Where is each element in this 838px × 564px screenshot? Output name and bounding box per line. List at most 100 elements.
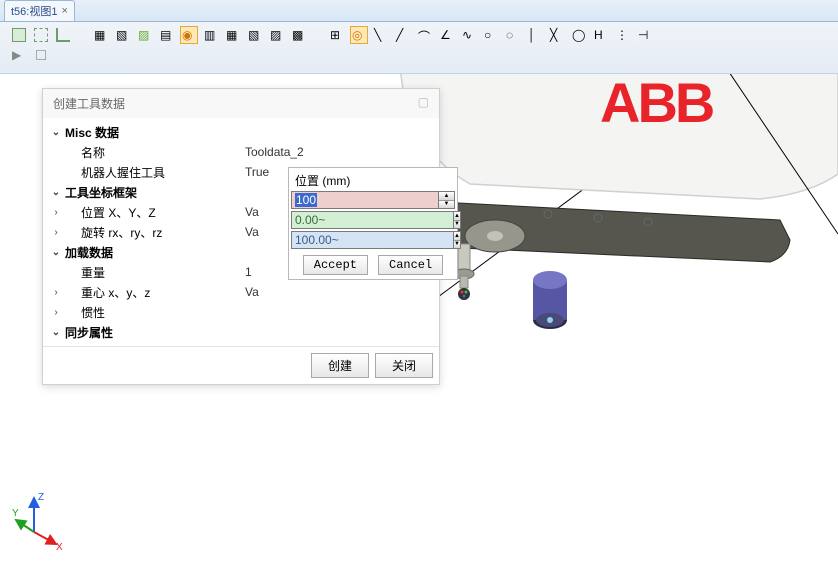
line-tool-2[interactable]: ╱ <box>394 26 412 44</box>
corner-icon <box>56 28 70 42</box>
play-icon: ▶ <box>12 48 26 62</box>
y-up-icon[interactable]: ▲ <box>454 212 460 221</box>
circle-tool[interactable]: ○ <box>482 26 500 44</box>
snap-5-active[interactable]: ◉ <box>180 26 198 44</box>
x-down-icon[interactable]: ▼ <box>439 201 454 209</box>
document-tab[interactable]: t56:视图1 × <box>4 0 75 21</box>
snap-10[interactable]: ▩ <box>290 26 308 44</box>
create-button[interactable]: 创建 <box>311 353 369 378</box>
grid-1[interactable]: ⊞ <box>328 26 346 44</box>
circle-tool-3[interactable]: ◯ <box>570 26 588 44</box>
line-tool-1[interactable]: ╲ <box>372 26 390 44</box>
circle-tool-2[interactable]: ◌ <box>504 26 522 44</box>
cube8-icon: ▧ <box>248 28 262 42</box>
brand-logo: ABB <box>600 74 713 134</box>
expand-misc[interactable]: ⌄ <box>49 127 63 138</box>
cog-label: 重心 x、y、z <box>63 284 245 301</box>
z-input[interactable] <box>291 231 454 249</box>
z-spinner[interactable]: ▲▼ <box>454 231 461 249</box>
popup-title: 位置 (mm) <box>291 170 455 191</box>
cancel-button[interactable]: Cancel <box>378 255 443 275</box>
cube10-icon: ▩ <box>292 28 306 42</box>
dot-icon: ⋮ <box>616 28 630 42</box>
cube-icon: ▦ <box>94 28 108 42</box>
name-label: 名称 <box>63 144 245 161</box>
line3-icon: ⌒ <box>418 28 432 42</box>
box-icon <box>12 28 26 42</box>
misc-tool-3[interactable]: ⊣ <box>636 26 654 44</box>
snap-3[interactable]: ▨ <box>136 26 154 44</box>
position-popup: 位置 (mm) 100 ▲▼ ▲▼ ▲▼ Accept Cancel <box>288 167 458 280</box>
x-axis-label: X <box>56 542 63 550</box>
snap-8[interactable]: ▧ <box>246 26 264 44</box>
expand-frame[interactable]: ⌄ <box>49 187 63 198</box>
close-button[interactable]: 关闭 <box>375 353 433 378</box>
expand-inertia[interactable]: › <box>49 307 63 318</box>
expand-pos[interactable]: › <box>49 207 63 218</box>
dialog-titlebar[interactable]: 创建工具数据 ▢ <box>43 89 439 118</box>
cog-value[interactable]: Va <box>245 285 433 299</box>
line-tool-6[interactable]: │ <box>526 26 544 44</box>
accept-button[interactable]: Accept <box>303 255 368 275</box>
line-tool-7[interactable]: ╳ <box>548 26 566 44</box>
snap-2[interactable]: ▧ <box>114 26 132 44</box>
cube4-icon: ▤ <box>160 28 174 42</box>
dialog-title-text: 创建工具数据 <box>53 95 125 112</box>
misc-tool-2[interactable]: ⋮ <box>614 26 632 44</box>
rot-label: 旋转 rx、ry、rz <box>63 224 245 241</box>
x-up-icon[interactable]: ▲ <box>439 192 454 201</box>
line7-icon: ╳ <box>550 28 564 42</box>
dialog-close-icon[interactable]: ▢ <box>418 95 429 112</box>
line-tool-5[interactable]: ∿ <box>460 26 478 44</box>
expand-rot[interactable]: › <box>49 227 63 238</box>
stop-icon <box>36 50 46 60</box>
tab-title: t56:视图1 <box>11 3 57 19</box>
z-up-icon[interactable]: ▲ <box>454 232 460 241</box>
name-value[interactable]: Tooldata_2 <box>245 145 433 159</box>
axis-gizmo[interactable]: Z Y X <box>12 490 72 550</box>
toolbar-row-1: ▦ ▧ ▨ ▤ ◉ ▥ ▦ ▧ ▨ ▩ ⊞ ◎ ╲ ╱ ⌒ ∠ ∿ ○ ◌ │ … <box>10 26 828 44</box>
snap-6[interactable]: ▥ <box>202 26 220 44</box>
snap-9[interactable]: ▨ <box>268 26 286 44</box>
snap-4[interactable]: ▤ <box>158 26 176 44</box>
circle3-icon: ◯ <box>572 28 586 42</box>
curve-icon: ∿ <box>462 28 476 42</box>
grid-icon: ⊞ <box>330 28 344 42</box>
y-input[interactable] <box>291 211 454 229</box>
toolbar-row-2: ▶ <box>10 46 828 64</box>
y-axis-label: Y <box>12 508 19 519</box>
snap-1[interactable]: ▦ <box>92 26 110 44</box>
cube3-icon: ▨ <box>138 28 152 42</box>
cube-or-icon: ◉ <box>182 28 196 42</box>
weight-label: 重量 <box>63 264 245 281</box>
y-down-icon[interactable]: ▼ <box>454 221 460 229</box>
stop-button[interactable] <box>32 46 50 64</box>
line1-icon: ╲ <box>374 28 388 42</box>
x-spinner[interactable]: ▲▼ <box>439 191 455 209</box>
select-mode-2[interactable] <box>32 26 50 44</box>
inertia-label: 惯性 <box>63 304 245 321</box>
misc-tool-1[interactable]: H <box>592 26 610 44</box>
h-icon: H <box>594 28 608 42</box>
play-button[interactable]: ▶ <box>10 46 28 64</box>
select-mode-1[interactable] <box>10 26 28 44</box>
grid-2-active[interactable]: ◎ <box>350 26 368 44</box>
tab-bar: t56:视图1 × <box>0 0 838 22</box>
line-tool-4[interactable]: ∠ <box>438 26 456 44</box>
expand-load[interactable]: ⌄ <box>49 247 63 258</box>
expand-cog[interactable]: › <box>49 287 63 298</box>
cube7-icon: ▦ <box>226 28 240 42</box>
snap-7[interactable]: ▦ <box>224 26 242 44</box>
cube6-icon: ▥ <box>204 28 218 42</box>
expand-sync[interactable]: ⌄ <box>49 327 63 338</box>
z-down-icon[interactable]: ▼ <box>454 241 460 249</box>
misc-header: Misc 数据 <box>63 124 245 141</box>
y-spinner[interactable]: ▲▼ <box>454 211 461 229</box>
frame-header: 工具坐标框架 <box>63 184 245 201</box>
cube9-icon: ▨ <box>270 28 284 42</box>
close-tab-icon[interactable]: × <box>61 5 67 17</box>
x-input[interactable]: 100 <box>291 191 439 209</box>
holds-label: 机器人握住工具 <box>63 164 245 181</box>
select-mode-3[interactable] <box>54 26 72 44</box>
line-tool-3[interactable]: ⌒ <box>416 26 434 44</box>
